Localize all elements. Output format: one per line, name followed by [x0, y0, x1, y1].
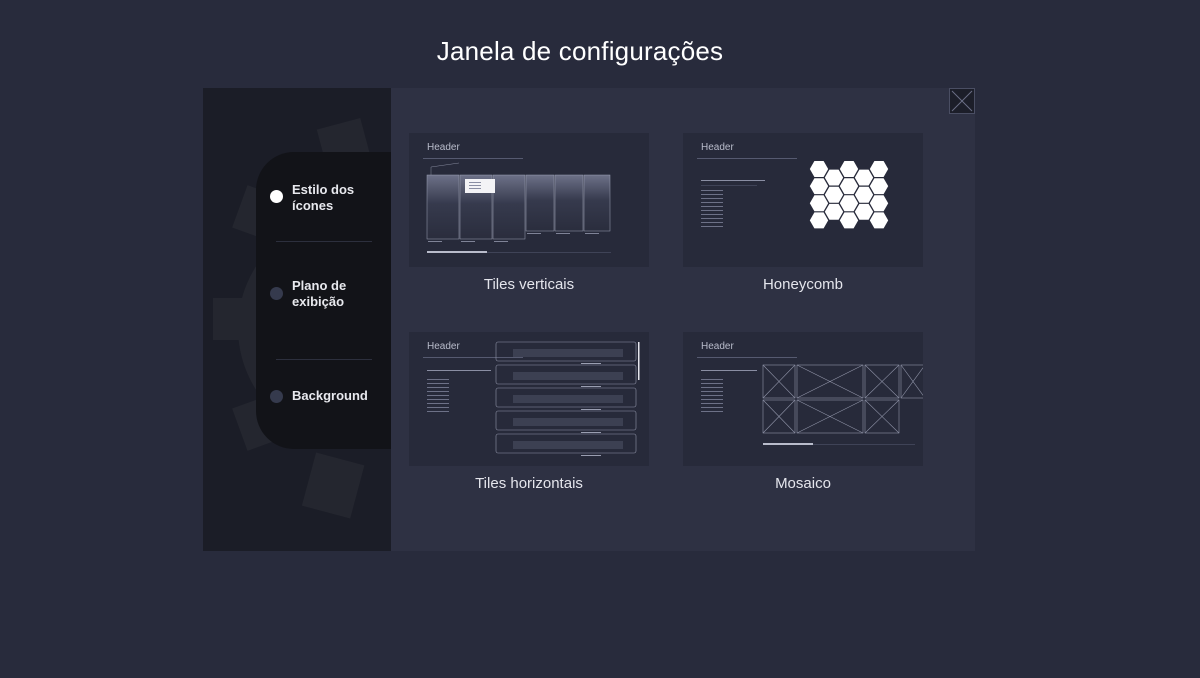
hexagon-tile — [809, 178, 829, 195]
hexagon-tile — [839, 178, 859, 195]
hexagon-tile — [824, 186, 844, 203]
menu-item-plano-de-exibicao[interactable]: Plano de exibição — [256, 278, 391, 314]
preview-tiles-verticais: Header — [409, 133, 649, 267]
hexagon-tile — [869, 212, 889, 229]
option-card-tiles-verticais[interactable]: Header Tiles verticais — [409, 133, 649, 303]
menu-divider — [276, 359, 372, 360]
preview-tiles-horizontais: Header — [409, 332, 649, 466]
page-title: Janela de configurações — [436, 36, 724, 66]
option-label: Mosaico — [775, 475, 831, 492]
option-label: Tiles verticais — [483, 276, 575, 293]
hexagon-tile — [809, 161, 829, 177]
hexagon-tile — [854, 203, 874, 220]
tiles-verticais-preview-image — [426, 162, 611, 253]
preview-honeycomb: Header — [683, 133, 923, 267]
menu-item-estilo-dos-icones[interactable]: Estilo dos ícones — [256, 182, 391, 218]
radio-dot-icon — [270, 287, 283, 300]
hexagon-tile — [809, 212, 829, 229]
option-card-tiles-horizontais[interactable]: Header Tiles horizontais — [409, 332, 649, 502]
settings-menu: Estilo dos ícones Plano de exibição Back… — [256, 152, 391, 449]
menu-item-label: Plano de exibição — [292, 278, 347, 309]
hexagon-tile — [824, 169, 844, 186]
close-x-icon — [951, 90, 973, 112]
menu-item-label: Estilo dos ícones — [292, 182, 355, 213]
hexagon-tile — [824, 203, 844, 220]
menu-item-background[interactable]: Background — [256, 388, 391, 408]
hexagon-tile — [839, 195, 859, 212]
hexagon-tile — [854, 169, 874, 186]
hexagon-tile — [869, 178, 889, 195]
menu-item-label: Background — [292, 388, 368, 403]
option-label: Honeycomb — [762, 276, 844, 293]
hexagon-tile — [869, 161, 889, 177]
tiles-horizontais-preview-image — [427, 341, 640, 456]
settings-sidebar: Estilo dos ícones Plano de exibição Back… — [203, 88, 391, 551]
hexagon-tile — [869, 195, 889, 212]
honeycomb-preview-image — [701, 161, 889, 229]
option-label: Tiles horizontais — [475, 475, 583, 492]
menu-divider — [276, 241, 372, 242]
hexagon-tile — [839, 212, 859, 229]
option-card-mosaico[interactable]: Header Mosaico — [683, 332, 923, 502]
radio-dot-icon — [270, 390, 283, 403]
mosaico-preview-image — [701, 364, 923, 445]
settings-window: Estilo dos ícones Plano de exibição Back… — [203, 88, 975, 551]
hexagon-tile — [839, 161, 859, 177]
close-button[interactable] — [949, 88, 975, 114]
hexagon-tile — [809, 195, 829, 212]
preview-mosaico: Header — [683, 332, 923, 466]
option-card-honeycomb[interactable]: Header Honeycomb — [683, 133, 923, 303]
hexagon-tile — [854, 186, 874, 203]
radio-dot-icon — [270, 190, 283, 203]
